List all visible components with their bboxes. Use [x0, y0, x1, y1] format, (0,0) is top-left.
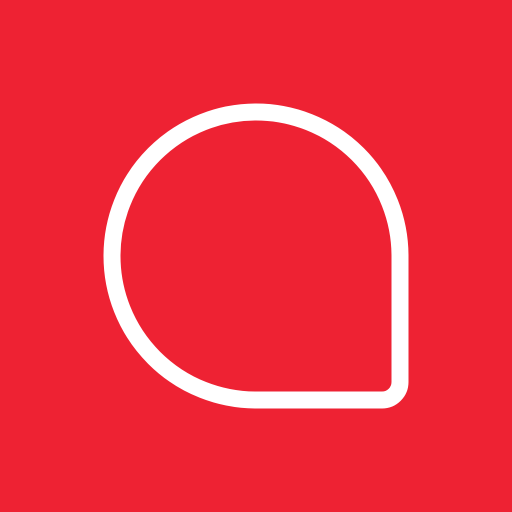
app-icon-canvas	[0, 0, 512, 512]
speech-bubble-icon	[103, 103, 409, 409]
speech-bubble-outline	[103, 103, 409, 409]
